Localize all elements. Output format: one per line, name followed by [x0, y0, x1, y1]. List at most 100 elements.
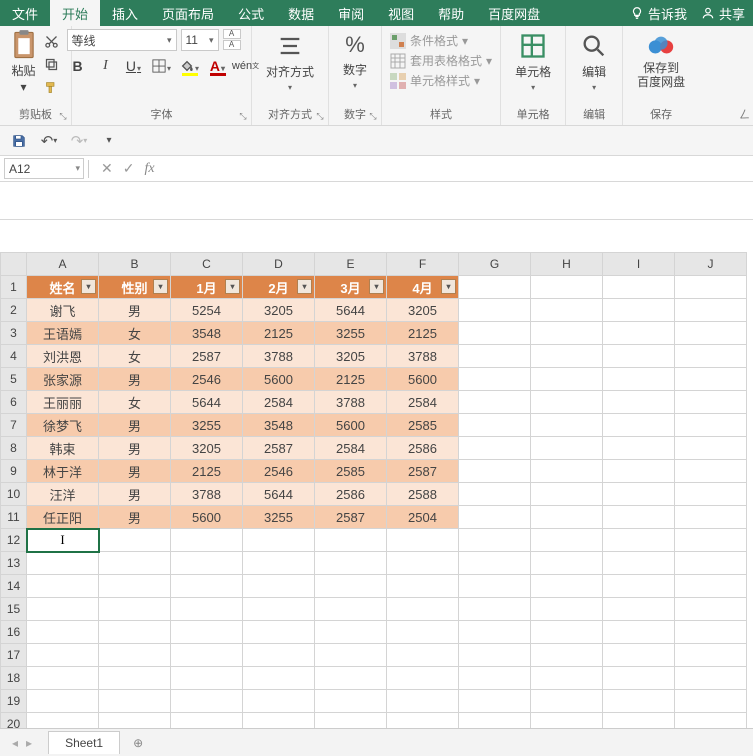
cell[interactable]: 3788: [387, 345, 459, 368]
cell[interactable]: [531, 713, 603, 729]
cell[interactable]: 男: [99, 368, 171, 391]
cell[interactable]: [531, 437, 603, 460]
cell[interactable]: [603, 299, 675, 322]
tab-nav-last[interactable]: ▸: [26, 736, 32, 750]
cell[interactable]: 王丽丽: [27, 391, 99, 414]
tab-nav-first[interactable]: ◂: [12, 736, 18, 750]
row-header[interactable]: 8: [1, 437, 27, 460]
cell[interactable]: [459, 667, 531, 690]
cell[interactable]: [459, 276, 531, 299]
insert-function-button[interactable]: fx: [144, 161, 154, 177]
row-header[interactable]: 13: [1, 552, 27, 575]
cell[interactable]: [603, 575, 675, 598]
cell[interactable]: [99, 644, 171, 667]
cell[interactable]: 5600: [243, 368, 315, 391]
cell[interactable]: [531, 598, 603, 621]
align-button[interactable]: 对齐方式▾: [260, 29, 320, 95]
menu-tab-baidu[interactable]: 百度网盘: [476, 0, 552, 26]
cell[interactable]: [531, 299, 603, 322]
cell[interactable]: [99, 529, 171, 552]
cell[interactable]: 刘洪恩: [27, 345, 99, 368]
cell[interactable]: [387, 644, 459, 667]
cell[interactable]: [675, 414, 747, 437]
cell[interactable]: [27, 667, 99, 690]
cell[interactable]: [675, 345, 747, 368]
save-baidu-button[interactable]: 保存到 百度网盘: [631, 29, 691, 93]
cell[interactable]: [171, 552, 243, 575]
cell[interactable]: 2587: [243, 437, 315, 460]
table-header-cell[interactable]: 性别▾: [99, 276, 171, 299]
cell[interactable]: [459, 437, 531, 460]
cell[interactable]: [459, 368, 531, 391]
cell[interactable]: [603, 529, 675, 552]
font-dialog-launcher[interactable]: ⤡: [237, 110, 249, 122]
cell[interactable]: 2546: [171, 368, 243, 391]
cell[interactable]: 3788: [315, 391, 387, 414]
cell[interactable]: 2546: [243, 460, 315, 483]
select-all-corner[interactable]: [1, 253, 27, 276]
cell[interactable]: [531, 690, 603, 713]
cell[interactable]: [171, 621, 243, 644]
menu-tab-help[interactable]: 帮助: [426, 0, 476, 26]
cell[interactable]: [459, 552, 531, 575]
cell[interactable]: [315, 575, 387, 598]
cell[interactable]: 男: [99, 460, 171, 483]
cell[interactable]: [675, 690, 747, 713]
cell[interactable]: [531, 506, 603, 529]
cell[interactable]: [99, 713, 171, 729]
cell[interactable]: 2125: [243, 322, 315, 345]
cell[interactable]: [603, 391, 675, 414]
number-format-button[interactable]: % 数字▾: [337, 29, 373, 93]
font-name-selector[interactable]: 等线: [67, 29, 177, 51]
cell[interactable]: [27, 598, 99, 621]
cell[interactable]: [675, 713, 747, 729]
menu-tab-home[interactable]: 开始: [50, 0, 100, 26]
cell[interactable]: [675, 621, 747, 644]
row-header[interactable]: 15: [1, 598, 27, 621]
cell[interactable]: 2584: [315, 437, 387, 460]
cell[interactable]: [387, 713, 459, 729]
table-header-cell[interactable]: 4月▾: [387, 276, 459, 299]
cell[interactable]: [315, 552, 387, 575]
cell[interactable]: [243, 575, 315, 598]
cell[interactable]: 5600: [315, 414, 387, 437]
cell[interactable]: 韩束: [27, 437, 99, 460]
cell[interactable]: [171, 690, 243, 713]
cell[interactable]: [531, 391, 603, 414]
cell[interactable]: 王语嫣: [27, 322, 99, 345]
row-header[interactable]: 5: [1, 368, 27, 391]
bold-button[interactable]: B: [67, 55, 89, 77]
undo-button[interactable]: ↶ ▾: [38, 130, 60, 152]
cell[interactable]: [531, 322, 603, 345]
table-header-cell[interactable]: 2月▾: [243, 276, 315, 299]
cell[interactable]: [531, 575, 603, 598]
row-header[interactable]: 4: [1, 345, 27, 368]
table-header-cell[interactable]: 姓名▾: [27, 276, 99, 299]
row-header[interactable]: 9: [1, 460, 27, 483]
cell[interactable]: 男: [99, 437, 171, 460]
cell[interactable]: [387, 621, 459, 644]
cell[interactable]: [459, 621, 531, 644]
cell[interactable]: [27, 644, 99, 667]
cell[interactable]: [531, 621, 603, 644]
spreadsheet[interactable]: ABCDEFGHIJ1姓名▾性别▾1月▾2月▾3月▾4月▾2谢飞男5254320…: [0, 252, 747, 728]
cell[interactable]: [603, 483, 675, 506]
cell[interactable]: [243, 598, 315, 621]
row-header[interactable]: 11: [1, 506, 27, 529]
row-header[interactable]: 6: [1, 391, 27, 414]
cell[interactable]: [675, 299, 747, 322]
cell[interactable]: 5254: [171, 299, 243, 322]
cell[interactable]: [603, 644, 675, 667]
cell[interactable]: [603, 276, 675, 299]
font-size-selector[interactable]: 11: [181, 29, 219, 51]
cell[interactable]: [99, 575, 171, 598]
menu-tab-view[interactable]: 视图: [376, 0, 426, 26]
cell[interactable]: [675, 460, 747, 483]
formula-input[interactable]: [167, 158, 753, 179]
cell[interactable]: [459, 322, 531, 345]
cell[interactable]: [459, 713, 531, 729]
redo-button[interactable]: ↷ ▾: [68, 130, 90, 152]
cell[interactable]: 男: [99, 414, 171, 437]
table-header-cell[interactable]: 3月▾: [315, 276, 387, 299]
cell[interactable]: [459, 414, 531, 437]
